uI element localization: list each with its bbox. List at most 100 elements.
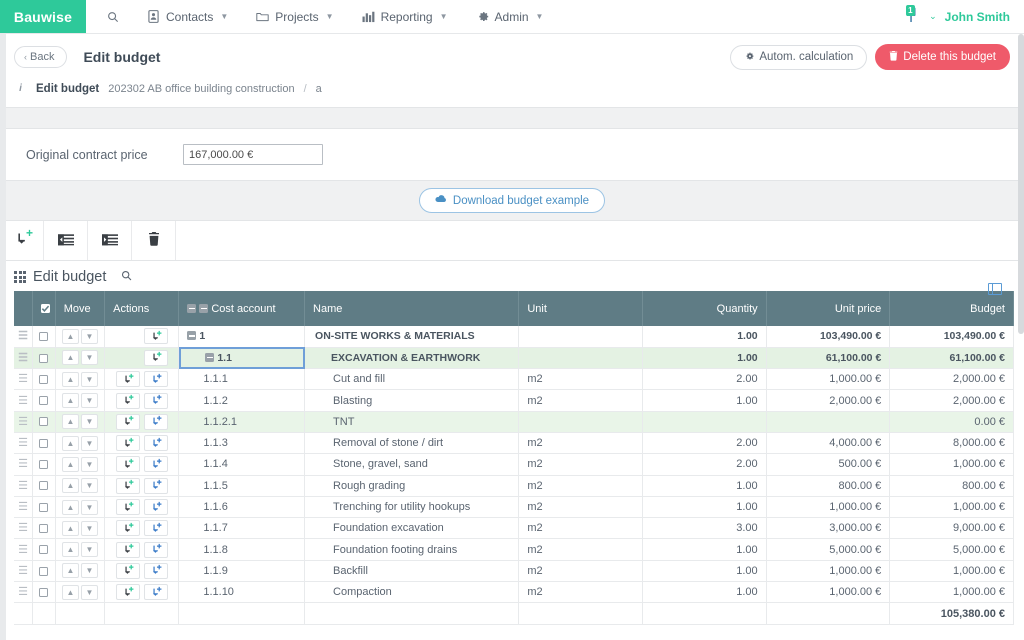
row-cost-account[interactable]: 1.1: [178, 347, 306, 370]
row-checkbox[interactable]: [32, 411, 56, 433]
add-child-row-button[interactable]: [115, 413, 140, 430]
row-unit-price[interactable]: 103,490.00 €: [766, 326, 891, 348]
add-child-row-button[interactable]: [115, 520, 140, 537]
row-drag-handle[interactable]: ☰: [14, 347, 34, 370]
row-checkbox[interactable]: [32, 368, 56, 391]
autom-calculation-button[interactable]: Autom. calculation: [730, 44, 868, 70]
row-drag-handle[interactable]: ☰: [14, 560, 34, 583]
table-row[interactable]: ☰ ▲ ▼ 1.1.1 Cut and fill m2 2.00 1,000.00 €2,00…: [14, 368, 1014, 391]
collapse-all-icon[interactable]: [187, 303, 197, 313]
row-drag-handle[interactable]: ☰: [14, 326, 34, 348]
add-child-row-button[interactable]: [115, 435, 140, 452]
breadcrumb-project[interactable]: 202302 AB office building construction: [108, 83, 294, 95]
add-sibling-row-button[interactable]: [143, 541, 168, 558]
row-cost-account[interactable]: 1.1.6: [178, 496, 306, 519]
table-row[interactable]: ☰ ▲ ▼ 1.1.9 Backfill m2 1.00 1,000.00 €1,000.00…: [14, 560, 1014, 583]
table-row[interactable]: ☰ ▲ ▼ 1.1.2 Blasting m2 1.00 2,000.00 €2,000.00…: [14, 389, 1014, 412]
row-budget[interactable]: 9,000.00 €: [889, 517, 1014, 540]
row-unit-price[interactable]: 1,000.00 €: [766, 560, 891, 583]
row-quantity[interactable]: 2.00: [642, 453, 767, 476]
add-child-row-button[interactable]: [115, 392, 140, 409]
row-cost-account[interactable]: 1.1.3: [178, 432, 306, 455]
row-checkbox[interactable]: [32, 517, 56, 540]
row-unit[interactable]: m2: [518, 496, 643, 519]
row-drag-handle[interactable]: ☰: [14, 538, 34, 561]
row-unit[interactable]: m2: [518, 389, 643, 412]
row-cost-account[interactable]: 1.1.7: [178, 517, 306, 540]
move-up-button[interactable]: ▲: [61, 328, 79, 344]
row-quantity[interactable]: 1.00: [642, 560, 767, 583]
nav-item-reporting[interactable]: Reporting ▼: [348, 0, 462, 34]
add-sibling-row-button[interactable]: [143, 520, 168, 537]
move-up-button[interactable]: ▲: [61, 350, 79, 366]
row-unit[interactable]: m2: [518, 581, 643, 604]
delete-row-button[interactable]: [132, 221, 176, 260]
row-drag-handle[interactable]: ☰: [14, 581, 34, 604]
move-up-button[interactable]: ▲: [61, 478, 79, 494]
row-checkbox[interactable]: [32, 326, 56, 348]
add-child-row-button[interactable]: [115, 584, 140, 601]
row-unit-price[interactable]: 3,000.00 €: [766, 517, 891, 540]
row-unit[interactable]: m2: [518, 453, 643, 476]
row-name[interactable]: Backfill: [304, 560, 520, 583]
row-cost-account[interactable]: 1.1.5: [178, 475, 306, 497]
table-row[interactable]: ☰ ▲ ▼ 1.1.10 Compaction m2 1.00 1,000.00 €1,000…: [14, 581, 1014, 604]
move-up-button[interactable]: ▲: [61, 584, 79, 600]
row-quantity[interactable]: [642, 411, 767, 433]
breadcrumb-tail[interactable]: a: [316, 83, 322, 95]
move-down-button[interactable]: ▼: [80, 414, 98, 430]
table-row[interactable]: ☰ ▲ ▼ 1.1 EXCAVATION & EARTHWORK 1.00 61,100.0…: [14, 347, 1014, 370]
table-row[interactable]: ☰ ▲ ▼ 1.1.7 Foundation excavation m2 3.00 3,000…: [14, 517, 1014, 540]
nav-item-projects[interactable]: Projects ▼: [242, 0, 347, 34]
row-cost-account[interactable]: 1.1.1: [178, 368, 306, 391]
row-quantity[interactable]: 1.00: [642, 347, 767, 370]
add-sibling-row-button[interactable]: [143, 477, 168, 494]
row-unit-price[interactable]: 61,100.00 €: [766, 347, 891, 370]
add-sibling-row-button[interactable]: [143, 562, 168, 579]
row-unit[interactable]: m2: [518, 517, 643, 540]
row-quantity[interactable]: 3.00: [642, 517, 767, 540]
table-row[interactable]: ☰ ▲ ▼ 1.1.5 Rough grading m2 1.00 800.00 €800.0…: [14, 475, 1014, 497]
row-checkbox[interactable]: [32, 453, 56, 476]
add-row-button[interactable]: +: [0, 221, 44, 260]
row-unit[interactable]: [518, 411, 643, 433]
row-unit[interactable]: [518, 326, 643, 348]
move-down-button[interactable]: ▼: [80, 456, 98, 472]
move-up-button[interactable]: ▲: [61, 371, 79, 387]
row-cost-account[interactable]: 1.1.10: [178, 581, 306, 604]
row-unit[interactable]: [518, 347, 643, 370]
row-unit-price[interactable]: 2,000.00 €: [766, 389, 891, 412]
row-drag-handle[interactable]: ☰: [14, 389, 34, 412]
row-cost-account[interactable]: 1: [178, 326, 306, 348]
indent-button[interactable]: [88, 221, 132, 260]
move-down-button[interactable]: ▼: [80, 499, 98, 515]
row-checkbox[interactable]: [32, 347, 56, 370]
table-row[interactable]: ☰ ▲ ▼ 1.1.8 Foundation footing drains m2 1.00 5…: [14, 538, 1014, 561]
row-cost-account[interactable]: 1.1.2.1: [178, 411, 306, 433]
table-row[interactable]: ☰ ▲ ▼ 1 ON-SITE WORKS & MATERIALS 1.00 103,490…: [14, 326, 1014, 348]
move-up-button[interactable]: ▲: [61, 393, 79, 409]
notifications-button[interactable]: 1: [901, 4, 921, 28]
add-sibling-row-button[interactable]: [143, 435, 168, 452]
row-unit[interactable]: m2: [518, 538, 643, 561]
row-name[interactable]: EXCAVATION & EARTHWORK: [304, 347, 520, 370]
row-unit-price[interactable]: 500.00 €: [766, 453, 891, 476]
brand-logo[interactable]: Bauwise: [0, 0, 86, 33]
row-drag-handle[interactable]: ☰: [14, 475, 34, 497]
row-quantity[interactable]: 1.00: [642, 389, 767, 412]
row-unit-price[interactable]: [766, 411, 891, 433]
add-child-row-button[interactable]: [115, 371, 140, 388]
row-quantity[interactable]: 1.00: [642, 475, 767, 497]
move-down-button[interactable]: ▼: [80, 542, 98, 558]
outdent-button[interactable]: [44, 221, 88, 260]
row-unit[interactable]: m2: [518, 475, 643, 497]
row-drag-handle[interactable]: ☰: [14, 368, 34, 391]
row-name[interactable]: Cut and fill: [304, 368, 520, 391]
row-budget[interactable]: 1,000.00 €: [889, 581, 1014, 604]
row-unit-price[interactable]: 1,000.00 €: [766, 368, 891, 391]
row-name[interactable]: Foundation footing drains: [304, 538, 520, 561]
add-child-row-button[interactable]: [115, 477, 140, 494]
row-name[interactable]: Rough grading: [304, 475, 520, 497]
user-name[interactable]: John Smith: [945, 10, 1010, 24]
row-name[interactable]: TNT: [304, 411, 520, 433]
